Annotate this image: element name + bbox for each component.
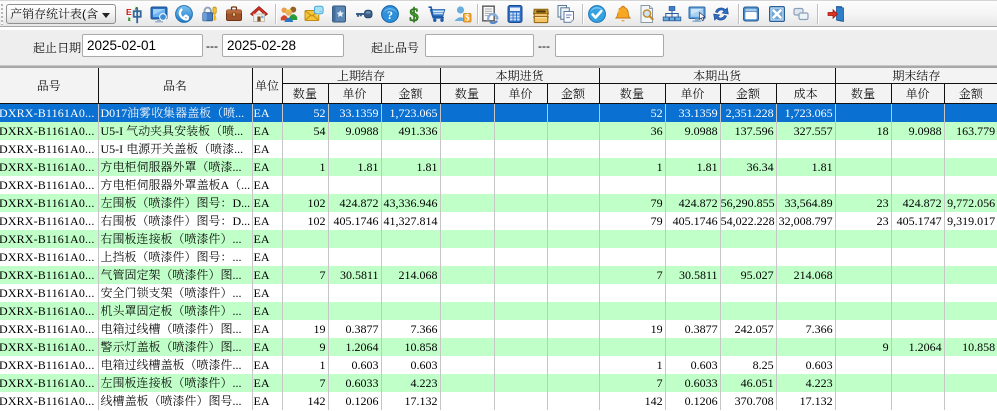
svg-text:?: ? — [387, 8, 393, 22]
svg-text:$: $ — [465, 13, 470, 24]
svg-text:E: E — [126, 7, 132, 17]
svg-text:$: $ — [409, 5, 419, 24]
